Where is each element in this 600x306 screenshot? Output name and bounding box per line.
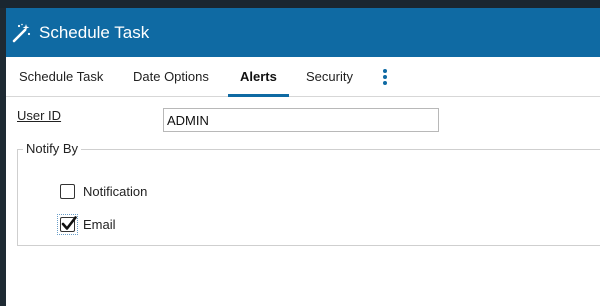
email-checkbox[interactable] bbox=[60, 216, 77, 232]
tab-date-options[interactable]: Date Options bbox=[133, 57, 209, 97]
kebab-menu-icon[interactable] bbox=[378, 68, 392, 86]
magic-wand-icon bbox=[12, 23, 31, 43]
schedule-task-dialog: Schedule Task Schedule Task Date Options… bbox=[6, 8, 600, 306]
active-tab-indicator bbox=[228, 94, 289, 97]
notification-checkbox[interactable] bbox=[60, 184, 75, 199]
user-id-label: User ID bbox=[17, 108, 62, 123]
dialog-title: Schedule Task bbox=[39, 23, 150, 42]
notification-label: Notification bbox=[83, 184, 148, 199]
background-strip bbox=[0, 0, 600, 8]
tab-bar: Schedule Task Date Options Alerts Securi… bbox=[6, 57, 600, 97]
dialog-titlebar[interactable]: Schedule Task bbox=[6, 8, 600, 57]
tab-alerts[interactable]: Alerts bbox=[240, 57, 277, 97]
notify-by-group: Notify By Notification Email bbox=[17, 141, 600, 246]
tab-security[interactable]: Security bbox=[306, 57, 353, 97]
checkmark-icon bbox=[61, 216, 77, 230]
notify-by-legend: Notify By bbox=[23, 141, 82, 156]
tab-schedule-task[interactable]: Schedule Task bbox=[19, 57, 103, 97]
alerts-panel: User ID Notify By Notification Email bbox=[6, 98, 600, 306]
user-id-input[interactable] bbox=[163, 108, 439, 132]
email-label: Email bbox=[83, 217, 116, 232]
